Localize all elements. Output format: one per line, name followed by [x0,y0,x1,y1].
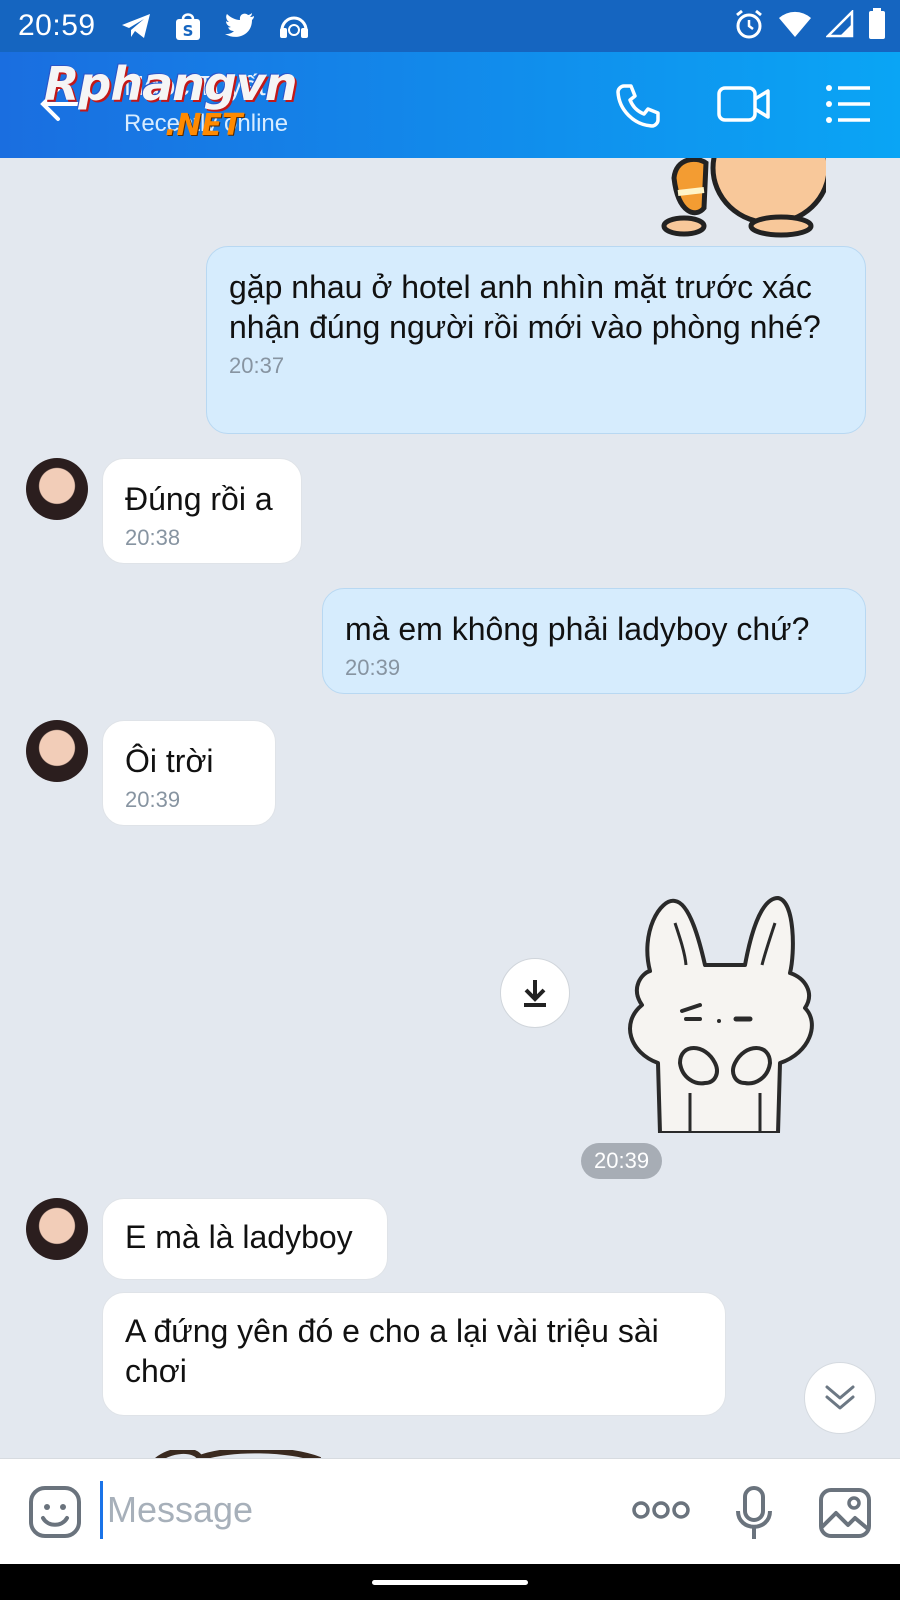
message-text: E mà là ladyboy [125,1219,353,1255]
message-composer [0,1458,900,1565]
double-chevron-down-icon [825,1385,855,1410]
message-time: 20:39 [125,787,181,812]
menu-list-icon[interactable] [824,82,872,126]
message-text: gặp nhau ở hotel anh nhìn mặt trước xác … [229,269,821,345]
message-text: Đúng rồi a [125,481,273,517]
system-navigation-bar [0,1564,900,1600]
home-gesture-pill[interactable] [372,1580,528,1585]
battery-icon [868,8,886,40]
watermark-logo-suffix: .NET [165,108,243,143]
svg-text:S: S [182,22,193,40]
phone-call-icon[interactable] [614,82,662,130]
message-text: mà em không phải ladyboy chứ? [345,611,810,647]
sticker-time: 20:39 [581,1143,663,1179]
microphone-icon[interactable] [734,1485,774,1541]
white-fox-shy-sticker[interactable] [620,893,830,1133]
chat-messages[interactable]: gặp nhau ở hotel anh nhìn mặt trước xác … [0,158,900,1458]
telegram-icon [120,12,152,40]
message-time: 20:38 [125,525,181,550]
wifi-icon [778,10,812,38]
twitter-icon [224,12,256,40]
message-input[interactable] [100,1481,589,1539]
message-bubble-incoming[interactable]: Ôi trời 20:39 [102,720,276,826]
message-time: 20:37 [229,353,285,378]
message-text: A đứng yên đó e cho a lại vài triệu sài … [125,1313,659,1389]
signal-icon [826,10,854,38]
avatar[interactable] [26,720,88,782]
watermark-logo: Rphangvn [44,57,298,111]
alarm-icon [734,8,764,40]
headset-icon [278,12,310,40]
status-time: 20:59 [18,9,96,42]
avatar[interactable] [26,458,88,520]
previous-sticker[interactable] [656,158,826,238]
scroll-to-bottom-button[interactable] [804,1362,876,1434]
message-bubble-incoming[interactable]: A đứng yên đó e cho a lại vài triệu sài … [102,1292,726,1416]
emoji-icon[interactable] [28,1485,82,1539]
shopee-icon: S [174,11,202,41]
message-bubble-outgoing[interactable]: mà em không phải ladyboy chứ? 20:39 [322,588,866,694]
download-button[interactable] [500,958,570,1028]
status-bar: 20:59 S [0,0,900,52]
message-bubble-incoming[interactable]: Đúng rồi a 20:38 [102,458,302,564]
image-icon[interactable] [818,1487,872,1539]
more-icon[interactable] [632,1499,690,1521]
message-text: Ôi trời [125,743,214,779]
next-sticker-partial [155,1450,322,1458]
message-bubble-incoming[interactable]: E mà là ladyboy [102,1198,388,1280]
message-time: 20:39 [345,655,401,680]
video-call-icon[interactable] [716,82,772,126]
message-bubble-outgoing[interactable]: gặp nhau ở hotel anh nhìn mặt trước xác … [206,246,866,434]
chat-header: Ngọc Tuyết Recently online Rphangvn .NET [0,52,900,158]
download-icon [524,980,546,1007]
avatar[interactable] [26,1198,88,1260]
